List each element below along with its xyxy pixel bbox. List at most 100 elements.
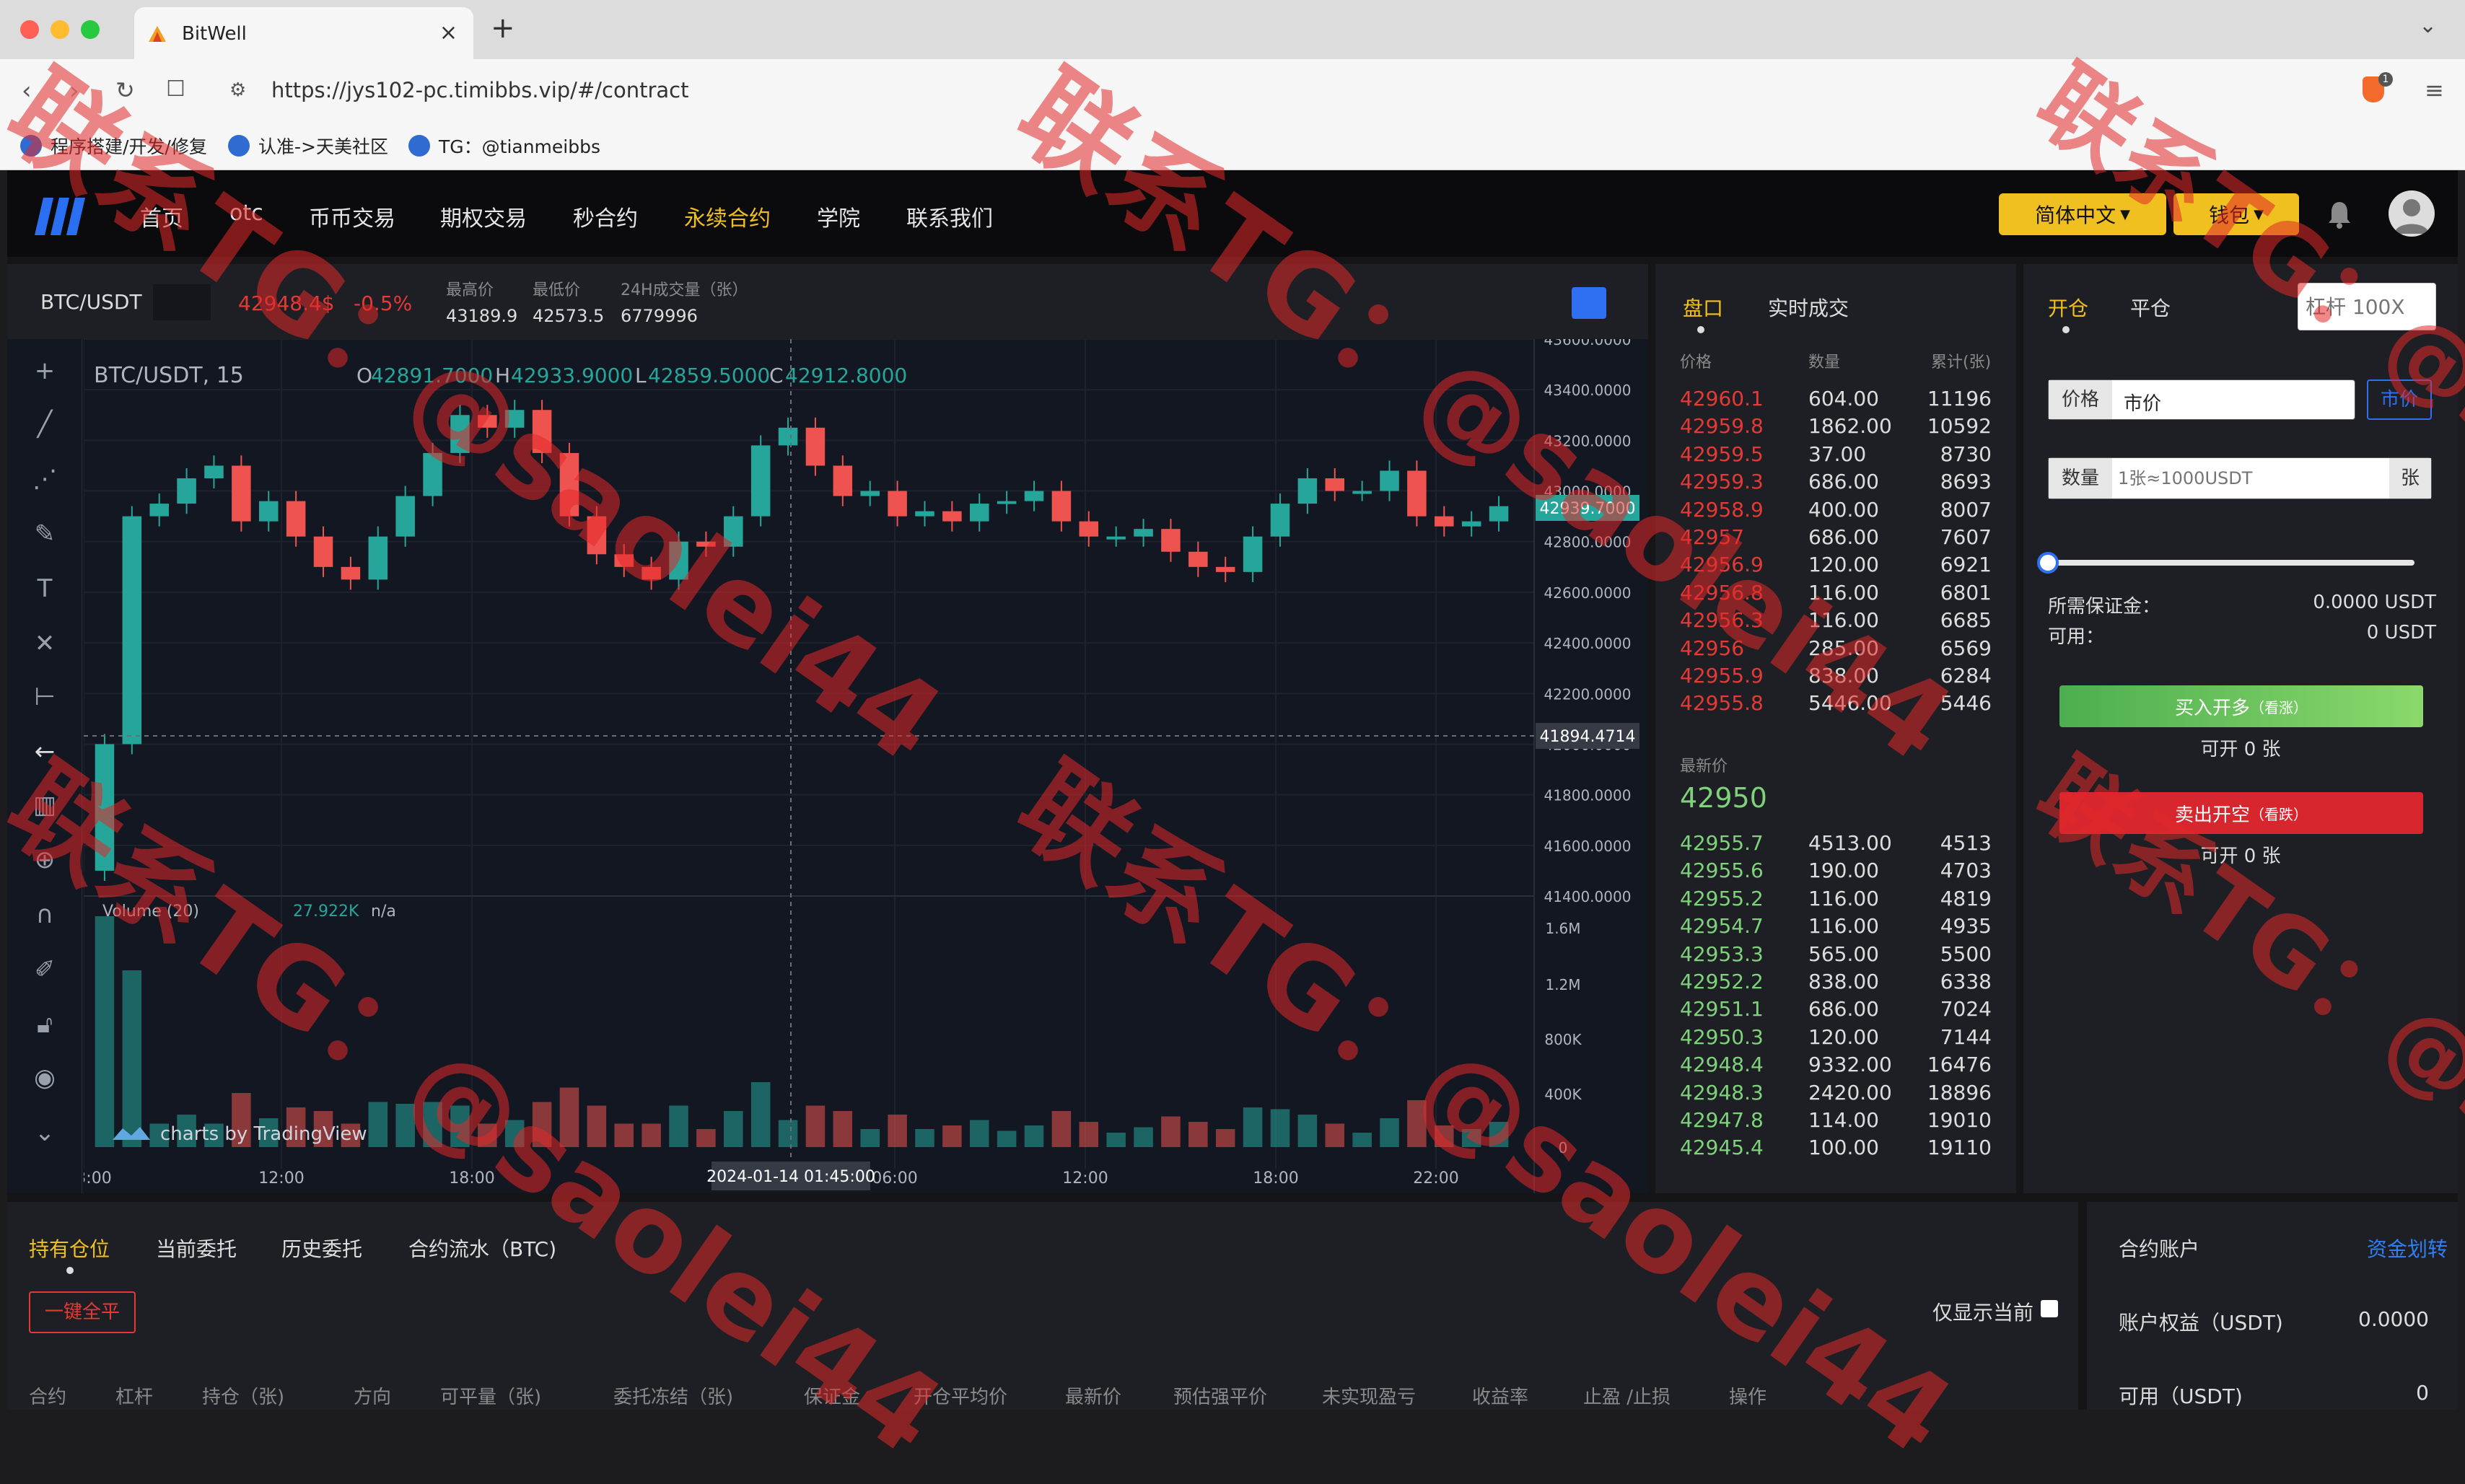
bid-row[interactable]: 42951.1 686.00 7024 [1655, 993, 2016, 1023]
magnet-icon[interactable]: ∩ [26, 896, 64, 934]
nav-home[interactable]: 首页 [140, 201, 183, 232]
tab-open-position[interactable]: 开仓 [2048, 293, 2088, 322]
buy-long-button[interactable]: 买入开多 （看涨） [2059, 685, 2423, 727]
candlestick-chart[interactable]: 43600.000043400.000043200.000043000.0000… [84, 339, 1648, 1193]
bookmark-item[interactable]: TG：@tianmeibbs [408, 133, 600, 159]
price-field[interactable]: 价格 市价 [2048, 379, 2355, 420]
ask-row[interactable]: 42957 686.00 7607 [1655, 521, 2016, 551]
quantity-slider[interactable] [2037, 552, 2414, 574]
nav-perpetual[interactable]: 永续合约 [684, 201, 771, 232]
tab-open-orders[interactable]: 当前委托 [156, 1234, 237, 1263]
bid-row[interactable]: 42947.8 114.00 19010 [1655, 1104, 2016, 1134]
candle-body [1461, 521, 1481, 527]
avatar[interactable] [2389, 190, 2435, 237]
nav-seconds-contract[interactable]: 秒合约 [573, 201, 638, 232]
ask-row[interactable]: 42959.8 1862.00 10592 [1655, 410, 2016, 440]
chevron-down-icon[interactable]: ⌄ [26, 1114, 64, 1151]
reload-icon[interactable]: ↻ [115, 76, 135, 104]
equity-value: 0.0000 [2358, 1307, 2429, 1331]
bookmark-item[interactable]: 程序搭建/开发/修复 [20, 133, 207, 159]
bid-row[interactable]: 42955.7 4513.00 4513 [1655, 827, 2016, 857]
zoom-icon[interactable]: ⊕ [26, 841, 64, 879]
tab-order-history[interactable]: 历史委托 [281, 1234, 362, 1263]
url-field[interactable]: https://jys102-pc.timibbs.vip/#/contract [271, 78, 688, 102]
tab-contract-flow[interactable]: 合约流水（BTC) [408, 1234, 556, 1263]
wallet-button[interactable]: 钱包 ▼ [2173, 193, 2299, 235]
slider-thumb[interactable] [2037, 552, 2059, 574]
tab-order-book[interactable]: 盘口 [1683, 293, 1723, 322]
leverage-input[interactable] [2298, 283, 2436, 330]
fullscreen-button[interactable] [1572, 287, 1606, 319]
quantity-field[interactable]: 数量 张 [2048, 457, 2432, 499]
ask-row[interactable]: 42955.8 5446.00 5446 [1655, 687, 2016, 717]
ask-row[interactable]: 42956.9 120.00 6921 [1655, 548, 2016, 579]
bid-row[interactable]: 42954.7 116.00 4935 [1655, 910, 2016, 940]
new-tab-icon[interactable]: + [491, 12, 515, 45]
tab-positions[interactable]: 持有仓位 [29, 1234, 110, 1263]
pattern-icon[interactable]: ✕ [26, 625, 64, 662]
ask-row[interactable]: 42956 285.00 6569 [1655, 632, 2016, 662]
close-tab-icon[interactable]: × [439, 20, 457, 45]
bookmark-item[interactable]: 认准->天美社区 [228, 133, 388, 159]
bid-row[interactable]: 42945.4 100.00 19110 [1655, 1131, 2016, 1162]
back-icon[interactable]: ‹ [22, 76, 32, 105]
volume-label: 24H成交量（张） [621, 281, 748, 299]
bid-row[interactable]: 42948.4 9332.00 16476 [1655, 1048, 2016, 1079]
nav-contact[interactable]: 联系我们 [906, 201, 993, 232]
text-tool-icon[interactable]: T [26, 570, 64, 607]
ask-row[interactable]: 42955.9 838.00 6284 [1655, 659, 2016, 690]
bell-icon[interactable] [2326, 201, 2352, 229]
trend-line-icon[interactable]: ╱ [26, 405, 64, 443]
only-current-checkbox[interactable] [2041, 1300, 2058, 1317]
bid-row[interactable]: 42950.3 120.00 7144 [1655, 1021, 2016, 1051]
pair-name[interactable]: BTC/USDT [40, 290, 142, 314]
browser-tab[interactable]: BitWell × [134, 7, 473, 59]
nav-spot[interactable]: 币币交易 [309, 201, 395, 232]
menu-icon[interactable]: ≡ [2425, 76, 2444, 104]
ask-row[interactable]: 42958.9 400.00 8007 [1655, 493, 2016, 524]
nav-otc[interactable]: otc [229, 201, 263, 226]
language-button[interactable]: 简体中文 ▼ [1999, 193, 2166, 235]
sell-short-button[interactable]: 卖出开空 （看跌） [2059, 792, 2423, 834]
market-price-button[interactable]: 市价 [2367, 379, 2432, 420]
ask-row[interactable]: 42960.1 604.00 11196 [1655, 382, 2016, 413]
ask-row[interactable]: 42959.3 686.00 8693 [1655, 465, 2016, 496]
nav-options[interactable]: 期权交易 [440, 201, 527, 232]
bitwell-logo-icon[interactable] [32, 192, 89, 237]
bookmark-icon[interactable]: ☐ [166, 76, 185, 102]
pair-selector[interactable] [153, 284, 211, 320]
maximize-window-button[interactable] [81, 20, 100, 39]
lock-drawing-icon[interactable]: ✐ [26, 951, 64, 988]
volume-bar [750, 1082, 771, 1147]
ruler-icon[interactable]: ▥ [26, 786, 64, 824]
site-settings-icon[interactable]: ⚙ [229, 79, 246, 101]
tab-list-chevron-icon[interactable]: ⌄ [2419, 13, 2437, 38]
tab-close-position[interactable]: 平仓 [2130, 293, 2171, 322]
bid-row[interactable]: 42952.2 838.00 6338 [1655, 965, 2016, 996]
quantity-input[interactable] [2118, 462, 2385, 494]
minimize-window-button[interactable] [51, 20, 69, 39]
nav-academy[interactable]: 学院 [817, 201, 860, 232]
transfer-link[interactable]: 资金划转 [2367, 1234, 2448, 1263]
volume-bar [997, 1130, 1017, 1147]
ask-row[interactable]: 42959.5 37.00 8730 [1655, 438, 2016, 468]
bid-row[interactable]: 42955.6 190.00 4703 [1655, 854, 2016, 884]
lock-icon[interactable]: 🔓︎ [26, 1006, 64, 1043]
tab-recent-trades[interactable]: 实时成交 [1768, 293, 1849, 322]
bid-row[interactable]: 42955.2 116.00 4819 [1655, 882, 2016, 913]
eye-icon[interactable]: ◉ [26, 1059, 64, 1097]
close-all-button[interactable]: 一键全平 [29, 1291, 136, 1333]
forward-icon[interactable]: › [69, 76, 79, 105]
brush-icon[interactable]: ✎ [26, 515, 64, 553]
tradingview-branding[interactable]: charts by TradingView [160, 1123, 367, 1145]
bid-row[interactable]: 42953.3 565.00 5500 [1655, 938, 2016, 968]
crosshair-icon[interactable]: + [26, 352, 64, 390]
ask-row[interactable]: 42956.8 116.00 6801 [1655, 576, 2016, 607]
arrow-left-icon[interactable]: ← [26, 733, 64, 770]
ask-price: 42959.3 [1680, 470, 1764, 494]
ask-row[interactable]: 42956.3 116.00 6685 [1655, 604, 2016, 634]
bid-row[interactable]: 42948.3 2420.00 18896 [1655, 1076, 2016, 1107]
measure-icon[interactable]: ⊢ [26, 678, 64, 716]
close-window-button[interactable] [20, 20, 39, 39]
fib-tool-icon[interactable]: ⋰ [26, 460, 64, 498]
